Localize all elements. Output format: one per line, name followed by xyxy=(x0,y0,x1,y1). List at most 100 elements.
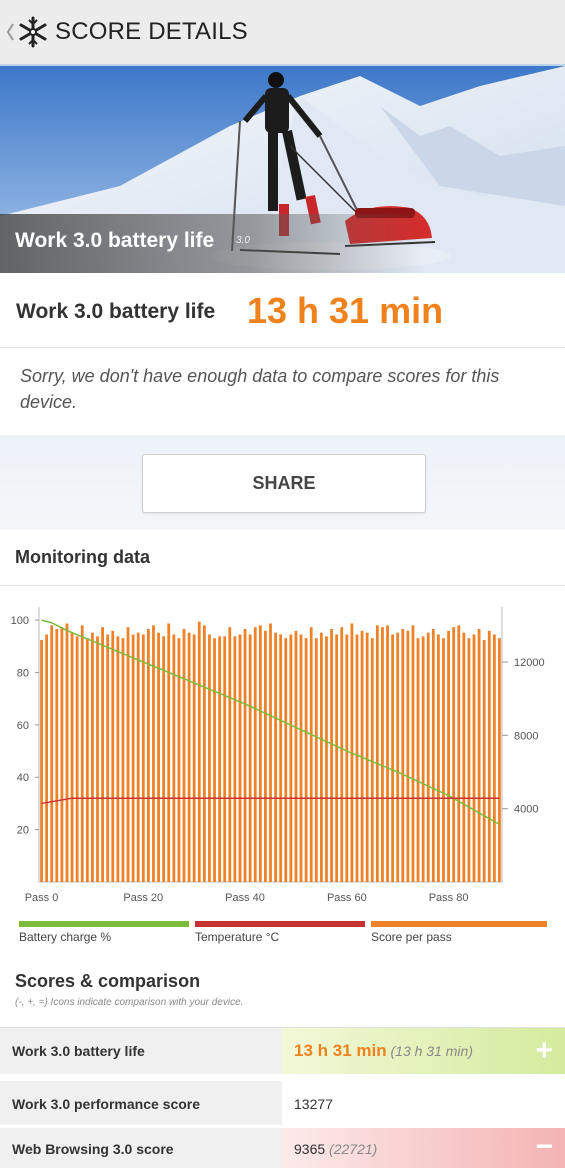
score-value-main: 13 h 31 min xyxy=(294,1041,387,1060)
score-value: 9365 (22721) xyxy=(294,1141,377,1157)
score-bar xyxy=(172,634,176,882)
monitoring-card: Monitoring data 100 80 60 40 20 12000 8000 4000… xyxy=(0,530,565,1168)
page-title: SCORE DETAILS xyxy=(55,18,248,45)
score-bar xyxy=(386,625,389,882)
score-bar xyxy=(146,629,150,882)
score-value-cell: 13277 xyxy=(282,1081,565,1125)
score-bar xyxy=(238,634,242,882)
score-bar xyxy=(253,627,257,882)
score-bar xyxy=(208,634,211,882)
legend-battery: Battery charge % xyxy=(19,921,189,944)
score-bar xyxy=(121,638,125,882)
score-bar xyxy=(314,638,318,882)
legend-temperature-label: Temperature °C xyxy=(195,930,280,944)
score-bar xyxy=(289,634,293,882)
score-bar xyxy=(492,634,496,882)
score-bar xyxy=(182,629,186,882)
score-bar xyxy=(243,629,247,882)
score-bar xyxy=(187,632,191,882)
hero-banner: Work 3.0 battery life 3.0 xyxy=(0,66,565,273)
score-bar xyxy=(55,629,59,882)
score-bar xyxy=(274,632,277,882)
score-value-cell: 9365 (22721) − xyxy=(282,1128,565,1168)
score-bar xyxy=(426,632,430,882)
score-bar xyxy=(355,634,359,882)
score-bar xyxy=(391,634,395,882)
score-bar xyxy=(279,634,283,882)
score-bar xyxy=(284,638,288,882)
top-bar: SCORE DETAILS xyxy=(0,0,565,66)
score-row[interactable]: Work 3.0 performance score 13277 xyxy=(0,1081,565,1125)
score-bar xyxy=(228,627,232,882)
score-bar xyxy=(177,638,181,882)
score-bar xyxy=(126,627,130,882)
plus-icon: + xyxy=(535,1034,553,1067)
left-tick-label: 80 xyxy=(17,667,29,679)
score-bar xyxy=(167,623,171,882)
score-value: 13277 xyxy=(294,1096,333,1112)
score-bar xyxy=(197,621,201,882)
score-bar xyxy=(416,638,420,882)
score-row[interactable]: Web Browsing 3.0 score 9365 (22721) − xyxy=(0,1128,565,1168)
score-bar xyxy=(299,634,303,882)
scores-title: Scores & comparison xyxy=(15,971,201,991)
hero-title: Work 3.0 battery life xyxy=(15,229,215,252)
score-bar xyxy=(96,636,99,882)
score-bar xyxy=(411,625,415,882)
score-bar xyxy=(136,632,140,882)
legend-temperature: Temperature °C xyxy=(195,921,365,944)
score-bar xyxy=(375,625,379,882)
score-bar xyxy=(467,638,471,882)
score-bar xyxy=(421,636,425,882)
score-value-compare: (13 h 31 min) xyxy=(390,1043,473,1059)
score-bar xyxy=(80,625,84,882)
score-bar xyxy=(157,632,160,882)
monitoring-chart: 100 80 60 40 20 12000 8000 4000 Pass 0 Pass 20 Pas… xyxy=(11,607,545,904)
result-card: Work 3.0 battery life 13 h 31 min Sorry,… xyxy=(0,273,565,436)
score-bar xyxy=(487,630,491,882)
score-bar xyxy=(309,627,313,882)
score-bar xyxy=(131,634,135,882)
legend-temperature-swatch xyxy=(195,921,365,927)
x-tick-label: Pass 20 xyxy=(123,892,163,904)
share-button[interactable]: SHARE xyxy=(142,454,426,513)
score-bar xyxy=(472,634,476,882)
x-tick-label: Pass 0 xyxy=(25,892,59,904)
score-row[interactable]: Work 3.0 battery life 13 h 31 min (13 h … xyxy=(0,1027,565,1074)
score-bar xyxy=(401,629,405,882)
score-bar xyxy=(406,630,410,882)
score-bar xyxy=(218,636,222,882)
divider xyxy=(0,585,565,586)
legend-score-swatch xyxy=(371,921,547,927)
minus-icon: − xyxy=(535,1130,553,1163)
right-tick-label: 4000 xyxy=(514,804,538,816)
legend-score: Score per pass xyxy=(371,921,547,944)
score-bar xyxy=(304,638,308,882)
score-bar xyxy=(111,630,115,882)
left-tick-label: 60 xyxy=(17,720,29,732)
legend-score-label: Score per pass xyxy=(371,930,452,944)
score-bar xyxy=(477,629,481,882)
monitoring-title: Monitoring data xyxy=(15,547,150,567)
score-bar xyxy=(482,640,486,882)
score-bar xyxy=(45,634,49,882)
score-value-main: 9365 xyxy=(294,1141,326,1157)
score-bar xyxy=(457,625,461,882)
score-bar xyxy=(85,638,89,882)
score-value-cell: 13 h 31 min (13 h 31 min) + xyxy=(282,1028,565,1074)
score-bar xyxy=(101,627,104,882)
x-tick-label: Pass 80 xyxy=(429,892,469,904)
result-label: Work 3.0 battery life xyxy=(16,300,216,323)
score-name: Web Browsing 3.0 score xyxy=(12,1141,174,1157)
score-bar xyxy=(70,632,74,882)
score-bar xyxy=(365,632,369,882)
x-tick-label: Pass 40 xyxy=(225,892,265,904)
x-tick-label: Pass 60 xyxy=(327,892,367,904)
snowflake-icon[interactable] xyxy=(17,15,49,49)
hero-version: 3.0 xyxy=(236,235,250,246)
score-bar xyxy=(330,629,333,882)
back-icon[interactable] xyxy=(4,17,16,47)
scores-note: (-, +, =) Icons indicate comparison with… xyxy=(15,997,244,1008)
score-bar xyxy=(75,636,79,882)
score-bar xyxy=(452,627,456,882)
